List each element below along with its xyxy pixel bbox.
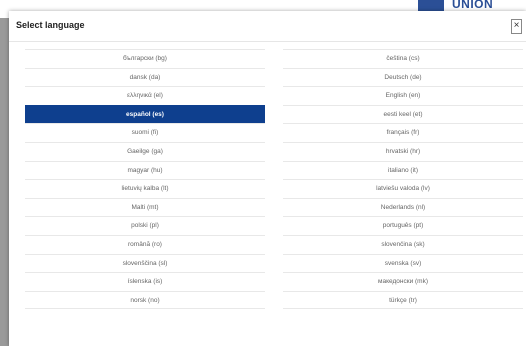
- dialog-header: Select language ×: [9, 11, 526, 42]
- language-option[interactable]: suomi (fi): [25, 123, 265, 142]
- language-option[interactable]: ελληνικά (el): [25, 86, 265, 105]
- language-option[interactable]: Gaeilge (ga): [25, 141, 265, 161]
- language-option[interactable]: français (fr): [283, 123, 523, 142]
- language-option[interactable]: slovenčina (sk): [283, 234, 523, 254]
- eu-logo-text: UNION: [452, 0, 494, 11]
- language-option[interactable]: türkçe (tr): [283, 290, 523, 310]
- language-option[interactable]: italiano (it): [283, 160, 523, 180]
- language-option[interactable]: slovenščina (sl): [25, 253, 265, 273]
- language-option[interactable]: hrvatski (hr): [283, 141, 523, 161]
- language-list-left: български (bg) dansk (da) ελληνικά (el) esp…: [25, 49, 265, 310]
- language-option[interactable]: dansk (da): [25, 67, 265, 87]
- language-list-right: čeština (cs) Deutsch (de) English (en) eest…: [283, 49, 523, 310]
- language-option[interactable]: lietuvių kalba (lt): [25, 179, 265, 198]
- language-option[interactable]: Malti (mt): [25, 197, 265, 217]
- language-option[interactable]: română (ro): [25, 234, 265, 254]
- language-option[interactable]: eesti keel (et): [283, 104, 523, 124]
- language-option[interactable]: English (en): [283, 86, 523, 105]
- close-button[interactable]: ×: [511, 19, 522, 34]
- language-option[interactable]: Nederlands (nl): [283, 197, 523, 217]
- language-option[interactable]: български (bg): [25, 49, 265, 68]
- language-option[interactable]: íslenska (is): [25, 272, 265, 291]
- language-option[interactable]: svenska (sv): [283, 253, 523, 273]
- language-option[interactable]: norsk (no): [25, 290, 265, 310]
- dialog-title: Select language: [16, 20, 85, 30]
- language-option[interactable]: македонски (mk): [283, 272, 523, 291]
- language-option[interactable]: português (pt): [283, 216, 523, 235]
- language-option[interactable]: Deutsch (de): [283, 67, 523, 87]
- language-option[interactable]: čeština (cs): [283, 49, 523, 68]
- language-option[interactable]: polski (pl): [25, 216, 265, 235]
- language-option[interactable]: latviešu valoda (lv): [283, 179, 523, 198]
- language-option[interactable]: español (es): [25, 104, 265, 124]
- language-option[interactable]: magyar (hu): [25, 160, 265, 180]
- language-dialog: Select language × български (bg) dansk (d…: [9, 11, 526, 346]
